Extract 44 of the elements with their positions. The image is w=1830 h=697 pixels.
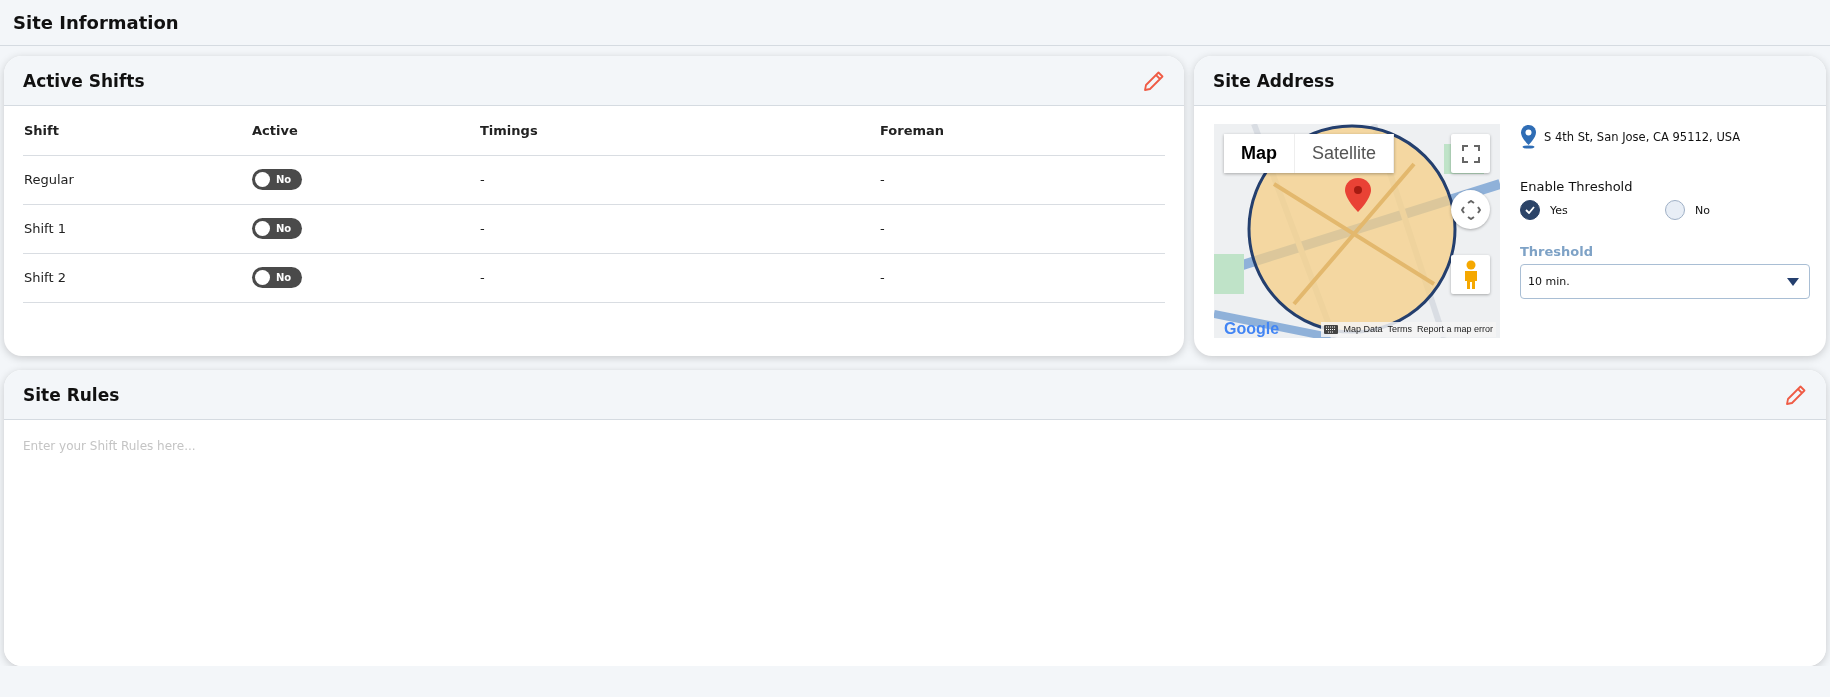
table-cell: - — [879, 253, 1165, 302]
caret-icon — [1787, 277, 1799, 286]
column-header: Active — [251, 106, 479, 155]
keyboard-icon[interactable] — [1324, 324, 1339, 334]
table-cell: - — [879, 204, 1165, 253]
map-footer-link[interactable]: Map Data — [1343, 324, 1383, 334]
map-type-tab[interactable]: Map — [1224, 134, 1295, 173]
move-arrows-icon — [1460, 199, 1481, 220]
rules-input[interactable]: Enter your Shift Rules here... — [23, 439, 1807, 647]
table-cell: - — [479, 253, 879, 302]
table-cell: Shift 1 — [23, 204, 251, 253]
location-pin-icon — [1520, 125, 1537, 149]
table-cell: - — [479, 204, 879, 253]
radio-label: No — [1695, 203, 1710, 217]
table-cell: Regular — [23, 155, 251, 204]
field-label: Enable Threshold — [1520, 179, 1634, 194]
rules-field[interactable]: Enter your Shift Rules here... — [4, 420, 1826, 666]
table-cell: Shift 2 — [23, 253, 251, 302]
radio-button[interactable] — [1520, 200, 1540, 220]
map-footer-link[interactable]: Terms — [1387, 324, 1412, 334]
fullscreen-button[interactable] — [1451, 134, 1490, 173]
table-cell: - — [479, 155, 879, 204]
active-toggle[interactable]: No — [252, 267, 302, 288]
table-cell: - — [879, 155, 1165, 204]
map-footer-link[interactable]: Report a map error — [1416, 324, 1493, 334]
card-title: Site Rules — [23, 384, 120, 405]
field-label: Threshold — [1520, 244, 1595, 259]
column-header: Shift — [23, 106, 251, 155]
site-address: S 4th St, San Jose, CA 95112, USA — [1544, 130, 1741, 144]
card-title: Active Shifts — [23, 70, 145, 91]
map-type-tab[interactable]: Satellite — [1295, 134, 1395, 173]
person-icon — [1462, 259, 1479, 290]
column-header: Foreman — [879, 106, 1165, 155]
radio-button[interactable] — [1665, 200, 1685, 220]
page-title: Site Information — [13, 12, 179, 33]
map-attribution-logo: Google — [1224, 320, 1280, 338]
radio-label: Yes — [1550, 203, 1568, 217]
active-toggle[interactable]: No — [252, 218, 302, 239]
fullscreen-icon — [1461, 144, 1480, 163]
check-icon — [1525, 206, 1535, 214]
active-toggle[interactable]: No — [252, 169, 302, 190]
card-title: Site Address — [1213, 70, 1335, 91]
threshold-select[interactable]: 10 min. — [1520, 264, 1810, 299]
column-header: Timings — [479, 106, 879, 155]
